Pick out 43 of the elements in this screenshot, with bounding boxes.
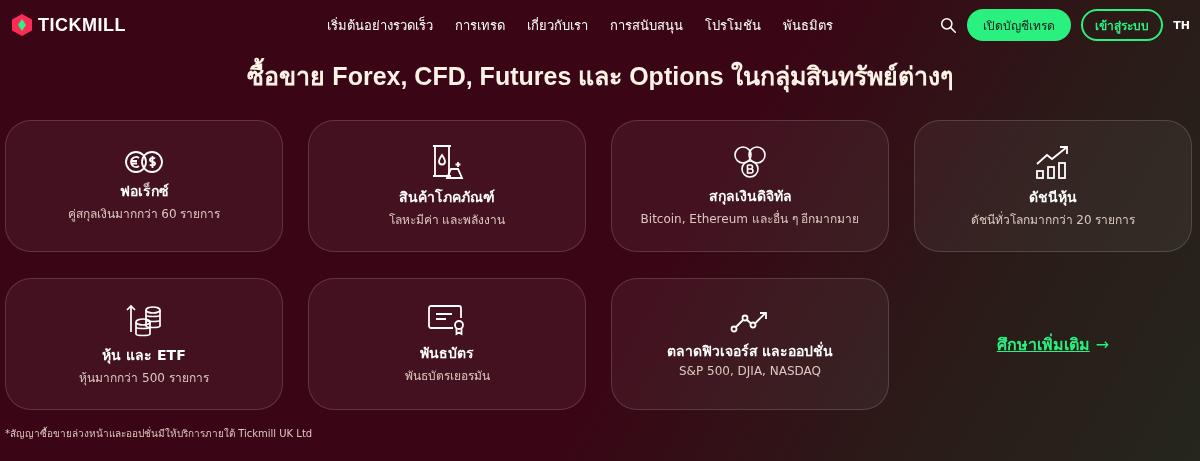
card-title: ตลาดฟิวเจอร์ส และออปชั่น — [666, 340, 834, 361]
asset-card[interactable]: สกุลเงินดิจิทัล Bitcoin, Ethereum และอื่น ๆ อีกมากมาย — [611, 120, 889, 252]
nav-link[interactable]: พันธมิตร — [783, 14, 833, 36]
search-icon[interactable] — [940, 16, 958, 34]
asset-card[interactable]: ตลาดฟิวเจอร์ส และออปชั่น S&P 500, DJIA, NASDAQ — [611, 278, 889, 410]
asset-card[interactable]: ดัชนีหุ้น ดัชนีทั่วโลกมากกว่า 20 รายการ — [914, 120, 1192, 252]
card-description: พันธบัตรเยอรมัน — [404, 367, 490, 385]
card-title: สกุลเงินดิจิทัล — [708, 186, 792, 207]
coins-icon — [124, 149, 164, 174]
asset-card[interactable]: สินค้าโภคภัณฑ์ โลหะมีค่า และพลังงาน — [308, 120, 586, 252]
asset-card[interactable]: ฟอเร็กซ์ คู่สกุลเงินมากกว่า 60 รายการ — [5, 120, 283, 252]
open-account-button[interactable]: เปิดบัญชีเทรด — [967, 9, 1072, 41]
nav-link[interactable]: โปรโมชัน — [705, 14, 761, 36]
page-heading: ซื้อขาย Forex, CFD, Futures และ Options ในกลุ่มสินทรัพย์ต่างๆ — [0, 56, 1200, 96]
arrow-icon[interactable]: → — [1095, 334, 1110, 354]
card-title: สินค้าโภคภัณฑ์ — [399, 187, 495, 207]
asset-card[interactable]: พันธบัตร พันธบัตรเยอรมัน — [308, 278, 586, 410]
nav-link[interactable]: เริ่มต้นอย่างรวดเร็ว — [327, 14, 433, 36]
learn-more-link[interactable]: ศึกษาเพิ่มเติม — [996, 331, 1090, 357]
card-title: ดัชนีหุ้น — [1029, 187, 1077, 208]
card-description: Bitcoin, Ethereum และอื่น ๆ อีกมากมาย — [640, 209, 860, 228]
card-description: ดัชนีทั่วโลกมากกว่า 20 รายการ — [970, 210, 1136, 229]
logo-text[interactable]: TICKMILL — [38, 14, 126, 36]
growth-chart-icon — [1035, 143, 1071, 180]
certificate-icon — [427, 303, 467, 336]
card-title: หุ้น และ ETF — [102, 345, 186, 366]
logo-icon — [10, 13, 34, 37]
nav-link[interactable]: เกี่ยวกับเรา — [527, 14, 588, 36]
language-selector[interactable]: TH — [1173, 18, 1190, 32]
crypto-coins-icon — [733, 144, 767, 179]
card-title: พันธบัตร — [420, 343, 474, 363]
card-title: ฟอเร็กซ์ — [119, 181, 169, 201]
card-description: คู่สกุลเงินมากกว่า 60 รายการ — [67, 205, 221, 223]
footnote: *สัญญาซื้อขายล่วงหน้าและออปชั่นมีให้บริการภายใต้ Tickmill UK Ltd — [5, 426, 314, 441]
asset-card[interactable]: หุ้น และ ETF หุ้นมากกว่า 500 รายการ — [5, 278, 283, 410]
login-button[interactable]: เข้าสู่ระบบ — [1081, 9, 1164, 41]
card-description: โลหะมีค่า และพลังงาน — [388, 211, 506, 229]
barrel-icon — [430, 143, 464, 180]
nav-link[interactable]: การเทรด — [455, 14, 505, 36]
card-description: S&P 500, DJIA, NASDAQ — [679, 364, 821, 378]
nav-link[interactable]: การสนับสนุน — [610, 14, 683, 36]
card-description: หุ้นมากกว่า 500 รายการ — [79, 369, 209, 387]
trend-line-icon — [730, 310, 770, 334]
